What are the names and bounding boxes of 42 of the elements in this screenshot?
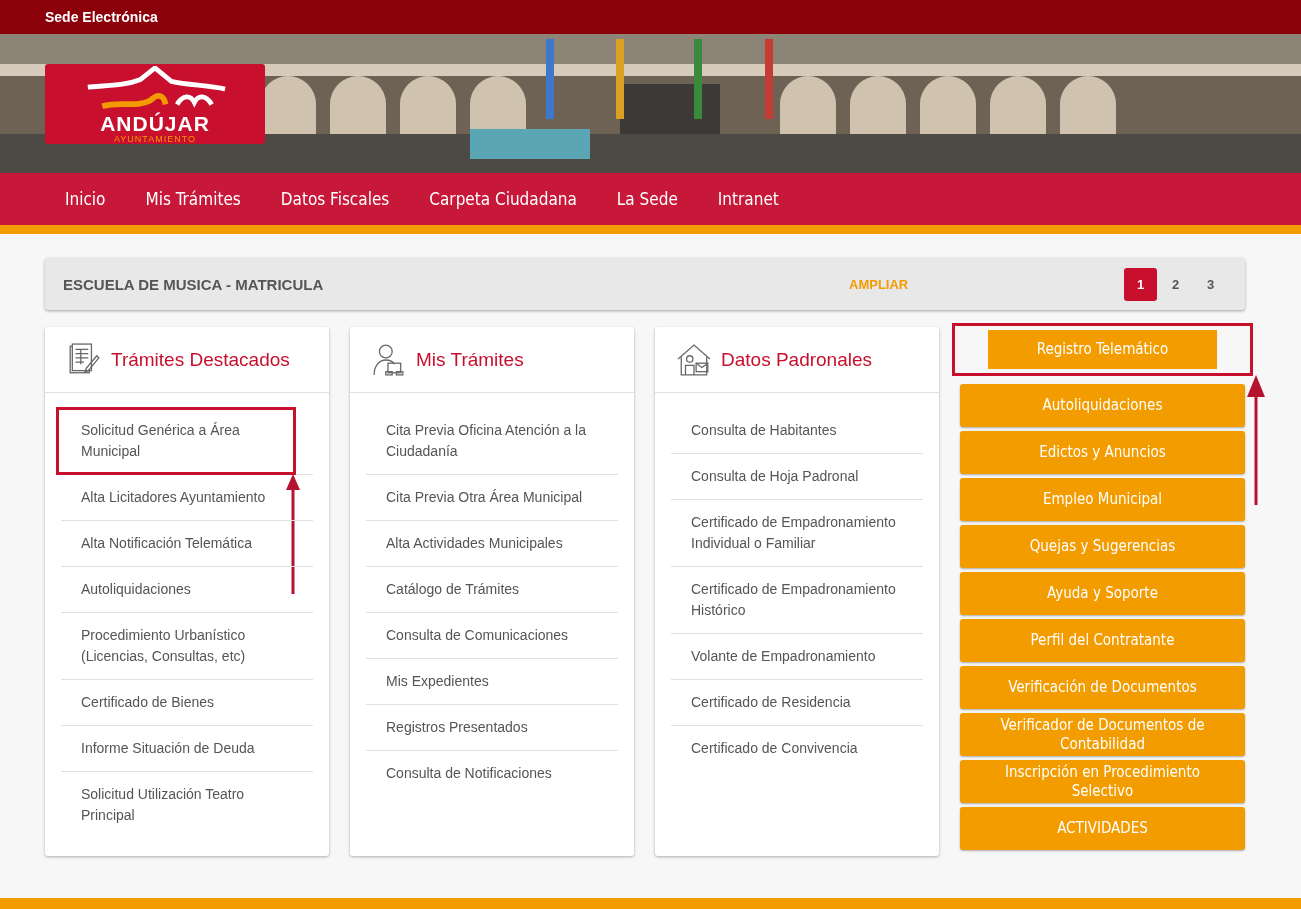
list-link[interactable]: Alta Actividades Municipales xyxy=(366,521,618,566)
list-link[interactable]: Cita Previa Otra Área Municipal xyxy=(366,475,618,520)
list-link[interactable]: Mis Expedientes xyxy=(366,659,618,704)
list-link[interactable]: Certificado de Convivencia xyxy=(671,726,923,771)
list-link[interactable]: Alta Notificación Telemática xyxy=(61,521,313,566)
list-link[interactable]: Volante de Empadronamiento xyxy=(671,634,923,679)
list-link[interactable]: Consulta de Notificaciones xyxy=(366,751,618,796)
nav-link[interactable]: Inicio xyxy=(45,189,126,209)
list-link[interactable]: Consulta de Habitantes xyxy=(671,408,923,453)
list-link[interactable]: Alta Licitadores Ayuntamiento xyxy=(61,475,313,520)
card-title: Trámites Destacados xyxy=(111,348,290,371)
list-link[interactable]: Cita Previa Oficina Atención a la Ciudadanía xyxy=(366,408,618,474)
logo-name: ANDÚJAR xyxy=(100,114,210,134)
list-link[interactable]: Certificado de Empadronamiento Individual o Familiar xyxy=(671,500,923,566)
logo-subtitle: AYUNTAMIENTO xyxy=(114,134,196,144)
person-desk-icon xyxy=(372,342,406,377)
list-link[interactable]: Certificado de Empadronamiento Histórico xyxy=(671,567,923,633)
card-title: Datos Padronales xyxy=(721,348,873,371)
list-link[interactable]: Procedimiento Urbanístico (Licencias, Consultas, etc) xyxy=(61,613,313,679)
logo[interactable]: ANDÚJAR AYUNTAMIENTO xyxy=(45,64,265,144)
card-title: Mis Trámites xyxy=(416,348,524,371)
banner-title: ESCUELA DE MUSICA - MATRICULA xyxy=(63,275,325,293)
nav-link[interactable]: Datos Fiscales xyxy=(260,189,410,209)
list-link[interactable]: Consulta de Hoja Padronal xyxy=(671,454,923,499)
site-title: Sede Electrónica xyxy=(45,9,158,25)
house-person-icon xyxy=(677,342,711,377)
list-link[interactable]: Certificado de Bienes xyxy=(61,680,313,725)
list-link[interactable]: Solicitud Genérica a Área Municipal xyxy=(57,408,295,474)
list-link[interactable]: Catálogo de Trámites xyxy=(366,567,618,612)
list-link[interactable]: Informe Situación de Deuda xyxy=(61,726,313,771)
nav-link[interactable]: Intranet xyxy=(697,189,799,209)
list-link[interactable]: Autoliquidaciones xyxy=(61,567,313,612)
nav-link[interactable]: La Sede xyxy=(596,189,698,209)
page-button[interactable]: 1 xyxy=(1124,267,1157,301)
list-link[interactable]: Registros Presentados xyxy=(366,705,618,750)
list-link[interactable]: Solicitud Utilización Teatro Principal xyxy=(61,772,313,838)
list-link[interactable]: Certificado de Residencia xyxy=(671,680,923,725)
list-link[interactable]: Consulta de Comunicaciones xyxy=(366,613,618,658)
nav-link[interactable]: Mis Trámites xyxy=(125,189,261,209)
page-button[interactable]: 3 xyxy=(1194,267,1227,301)
nav-link[interactable]: Carpeta Ciudadana xyxy=(409,189,597,209)
page-button[interactable]: 2 xyxy=(1159,267,1192,301)
